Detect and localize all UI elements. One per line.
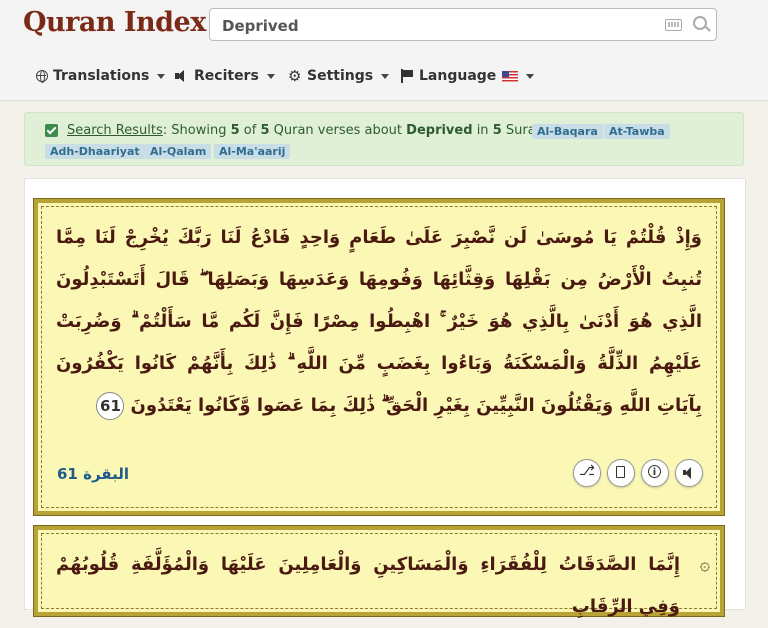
top-bar: Quran Index Translations Reciters ⚙ Sett… bbox=[0, 0, 768, 101]
surah-tag[interactable]: Al-Ma'aarij bbox=[214, 144, 291, 159]
site-logo[interactable]: Quran Index bbox=[23, 7, 206, 38]
reciters-menu[interactable]: Reciters bbox=[175, 66, 275, 86]
keyboard-icon[interactable] bbox=[665, 19, 682, 31]
search-results-banner: Search Results: Showing 5 of 5 Quran ver… bbox=[24, 112, 744, 166]
language-menu[interactable]: Language bbox=[400, 66, 535, 86]
chevron-down-icon bbox=[526, 73, 535, 79]
ornament-icon: ۞ bbox=[699, 554, 710, 575]
surah-tag[interactable]: Al-Baqara bbox=[532, 124, 603, 139]
chevron-down-icon bbox=[266, 73, 275, 79]
verse-reference[interactable]: البقرة 61 bbox=[57, 465, 129, 483]
verse-card: وَإِذْ قُلْتُمْ يَا مُوسَىٰ لَن نَّصْبِر… bbox=[33, 198, 725, 516]
surah-tag[interactable]: Al-Qalam bbox=[145, 144, 212, 159]
search-results-link[interactable]: Search Results bbox=[67, 123, 163, 138]
verse-text: وَإِذْ قُلْتُمْ يَا مُوسَىٰ لَن نَّصْبِر… bbox=[56, 217, 702, 427]
chevron-down-icon bbox=[381, 73, 390, 79]
language-label: Language bbox=[419, 68, 497, 84]
reciters-label: Reciters bbox=[194, 68, 259, 84]
flag-icon bbox=[400, 69, 414, 83]
chevron-down-icon bbox=[157, 73, 166, 79]
verse-text: إِنَّمَا الصَّدَقَاتُ لِلْفُقَرَاءِ وَال… bbox=[56, 554, 680, 617]
verse-actions bbox=[573, 459, 703, 487]
verse-card: ۞ إِنَّمَا الصَّدَقَاتُ لِلْفُقَرَاءِ وَ… bbox=[33, 525, 725, 617]
search-icon[interactable] bbox=[693, 16, 707, 30]
results-summary: Search Results: Showing 5 of 5 Quran ver… bbox=[67, 123, 551, 138]
check-icon bbox=[45, 124, 58, 137]
search-input[interactable] bbox=[220, 15, 654, 37]
globe-icon bbox=[36, 70, 48, 83]
settings-label: Settings bbox=[307, 68, 374, 84]
us-flag-icon bbox=[502, 70, 519, 82]
pdf-icon[interactable] bbox=[607, 459, 635, 487]
audio-icon[interactable] bbox=[675, 459, 703, 487]
translations-label: Translations bbox=[53, 68, 150, 84]
translations-menu[interactable]: Translations bbox=[36, 66, 166, 86]
verse-number: 61 bbox=[96, 392, 125, 420]
info-icon[interactable] bbox=[641, 459, 669, 487]
speaker-icon bbox=[175, 69, 189, 83]
surah-tag[interactable]: Adh-Dhaariyat bbox=[45, 144, 145, 159]
search-box[interactable] bbox=[209, 8, 717, 41]
gear-icon: ⚙ bbox=[288, 67, 302, 85]
query-term: Deprived bbox=[406, 123, 473, 138]
share-icon[interactable] bbox=[573, 459, 601, 487]
surah-tag[interactable]: At-Tawba bbox=[604, 124, 670, 139]
settings-menu[interactable]: ⚙ Settings bbox=[288, 66, 390, 86]
